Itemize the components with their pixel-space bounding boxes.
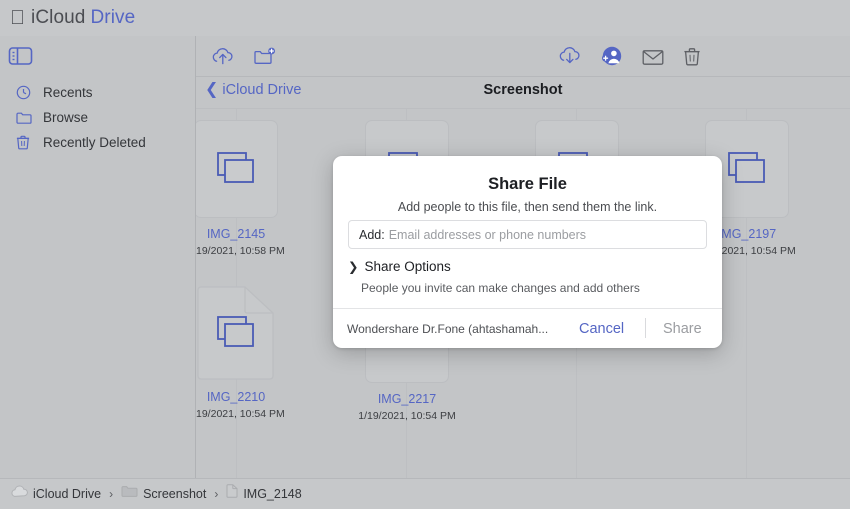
file-tile[interactable]: IMG_2145 1/19/2021, 10:58 PM: [196, 120, 319, 257]
sidebar-item-browse-label: Browse: [43, 110, 89, 125]
status-breadcrumb-screenshot[interactable]: Screenshot: [121, 485, 206, 503]
trash-icon: [16, 134, 38, 152]
cancel-button[interactable]: Cancel: [579, 321, 624, 337]
app-title-icloud: iCloud: [16, 7, 85, 28]
content-toolbar: [196, 36, 850, 76]
upload-icon[interactable]: [210, 44, 236, 68]
dialog-subtitle: Add people to this file, then send them …: [397, 200, 658, 214]
icloud-drive-window:  iCloudDrive: [0, 0, 850, 509]
status-breadcrumb-screenshot-label: Screenshot: [143, 486, 207, 501]
recipients-placeholder: Email addresses or phone numbers: [388, 227, 587, 242]
dialog-title: Share File: [488, 175, 567, 193]
window-title-bar:  iCloudDrive: [0, 0, 850, 36]
dialog-footer: Wondershare Dr.Fone (ahtashamah... Cance…: [333, 309, 722, 348]
add-label: Add:: [359, 227, 385, 242]
trash-icon[interactable]: [679, 44, 705, 68]
share-file-dialog: Share File Add people to this file, then…: [333, 156, 722, 348]
image-file-icon: [728, 152, 765, 183]
image-file-icon: [217, 152, 254, 183]
file-tile[interactable]: IMG_2210 1/19/2021, 10:54 PM: [196, 285, 319, 420]
sidebar-item-browse[interactable]: Browse: [0, 105, 195, 130]
status-breadcrumb-icloud-drive-label: iCloud Drive: [33, 486, 102, 501]
app-title-drive: Drive: [75, 7, 135, 28]
mail-icon[interactable]: [640, 44, 666, 68]
file-name[interactable]: IMG_2210: [196, 390, 319, 404]
new-folder-icon[interactable]: [252, 44, 278, 68]
share-button[interactable]: Share: [663, 321, 702, 337]
app-title: iCloud Drive: [31, 7, 135, 29]
status-breadcrumb-icloud-drive[interactable]: iCloud Drive: [10, 485, 101, 503]
account-label: Wondershare Dr.Fone (ahtashamah...: [347, 321, 549, 336]
status-breadcrumb-img-2148-label: IMG_2148: [243, 486, 302, 501]
breadcrumb-separator: ›: [214, 486, 219, 501]
footer-separator: [645, 318, 646, 338]
file-date: 1/19/2021, 10:54 PM: [196, 408, 285, 420]
status-breadcrumb-img-2148[interactable]: IMG_2148: [226, 484, 302, 503]
folder-icon: [121, 485, 138, 503]
sidebar-item-recents-label: Recents: [43, 85, 93, 100]
document-icon: [226, 484, 238, 503]
file-thumbnail[interactable]: [196, 285, 277, 381]
chevron-right-icon: ❯: [348, 260, 359, 274]
status-bar-breadcrumb: iCloud Drive › Screenshot › IMG_2148: [0, 478, 850, 509]
file-date: 1/19/2021, 10:58 PM: [196, 245, 285, 257]
share-options-description: People you invite can make changes and a…: [361, 281, 640, 295]
breadcrumb-separator: ›: [109, 486, 114, 501]
share-options-toggle[interactable]: ❯ Share Options: [348, 259, 451, 274]
sidebar-item-recents[interactable]: Recents: [0, 80, 195, 105]
page-title: Screenshot: [483, 82, 563, 98]
status-bar-divider: [0, 478, 850, 479]
file-thumbnail[interactable]: [196, 120, 278, 218]
sidebar-item-list: Recents Browse Recently Deleted: [0, 80, 195, 155]
file-date: 1/19/2021, 10:54 PM: [358, 410, 456, 422]
file-name[interactable]: IMG_2145: [196, 227, 319, 241]
image-file-icon: [217, 316, 254, 347]
sidebar-toggle-icon[interactable]: [8, 45, 35, 67]
sidebar-item-recently-deleted-label: Recently Deleted: [43, 135, 146, 150]
file-name[interactable]: IMG_2217: [324, 392, 490, 406]
sidebar: Recents Browse Recently Deleted: [0, 36, 195, 478]
cloud-icon: [10, 485, 28, 503]
clock-icon: [16, 84, 38, 102]
add-person-icon[interactable]: [599, 44, 625, 68]
breadcrumb-header: ❮ iCloud Drive Screenshot: [196, 77, 850, 108]
sidebar-item-recently-deleted[interactable]: Recently Deleted: [0, 130, 195, 155]
apple-logo-icon: : [10, 8, 25, 28]
share-options-label: Share Options: [364, 259, 451, 274]
recipients-input[interactable]: Add: Email addresses or phone numbers: [348, 220, 707, 249]
folder-icon: [16, 109, 38, 127]
download-icon[interactable]: [557, 44, 583, 68]
